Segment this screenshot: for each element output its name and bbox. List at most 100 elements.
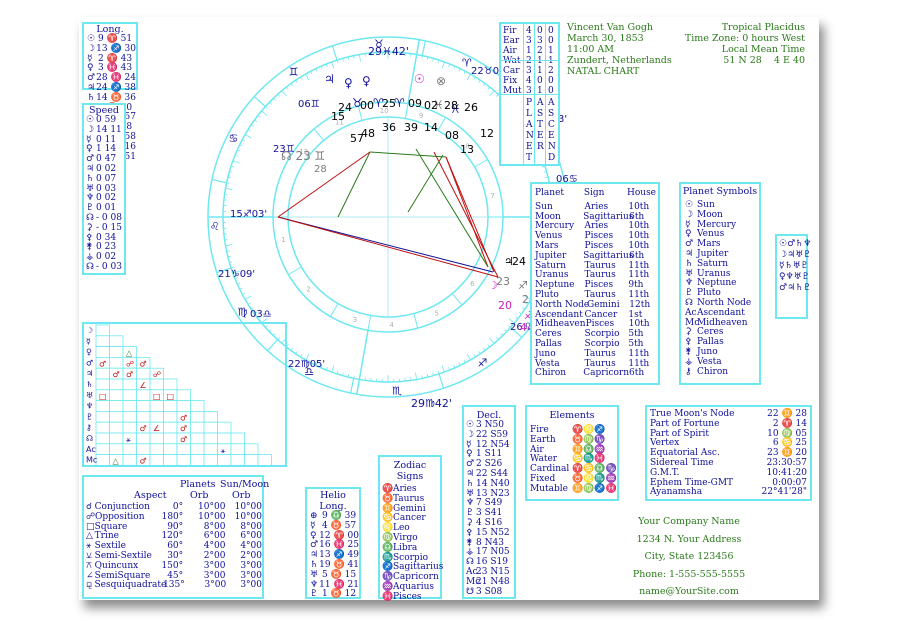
aspect-grid-cell <box>203 432 218 445</box>
chart-sheet: Long. ☉ 9 ♈ 51 ☽ 13 ♐ 30 ☿ 2 ♈ 43 ♀ 3 ♓ 43 ♂ 28 ♓… <box>79 17 819 602</box>
aspect-grid-cell <box>136 367 151 380</box>
degree-tick <box>453 66 456 70</box>
aspect-grid-label: ♅ <box>86 391 93 400</box>
aspect-grid-label: Mc <box>86 456 97 465</box>
planet-table-head: Planet <box>535 188 565 198</box>
house-number: 5 <box>434 309 438 317</box>
speed-box: Speed ☉ 0 59 ☽ 14 11 ☿ 0 11 ♀ 1 14 ♂ 0 47 ♃ 0 02 ♄ 0 … <box>82 103 126 275</box>
aspect-grid-cell <box>149 400 164 412</box>
company-city: City, State 123456 <box>644 551 734 562</box>
aspect-grid-cell <box>230 443 245 456</box>
degree-tick <box>232 160 240 164</box>
planet-degree: 24 <box>338 101 352 114</box>
sign-division <box>421 40 427 56</box>
aspect-grid-label: ♃ <box>86 369 93 378</box>
aspect-grid-mark: □ <box>99 392 107 401</box>
degree-tick <box>286 86 289 90</box>
degree-tick <box>466 73 471 81</box>
degree-tick <box>331 365 335 373</box>
company-address: 1234 N. Your Address <box>636 533 742 545</box>
degree-tick <box>478 79 481 83</box>
elements-box: Elements Fire ♈♌♐ Earth ♉♍♑ Air ♊♎♒ Water ♋♏♓ Ca… <box>525 405 619 501</box>
aspect-grid-mark: △ <box>113 457 120 466</box>
planet-symbols-list: ☉ Sun ☽ Moon ☿ Mercury ♀ Venus ♂ Mars ♃ Jupiter ♄ Sat… <box>681 197 759 377</box>
aspects-header: Aspect Planets Orb Sun/Moon Orb <box>84 477 269 503</box>
planet-degree: 25 <box>382 97 396 110</box>
element-grid-label: Car <box>503 66 520 76</box>
zodiac-signs-box: Zodiac Signs ♈ Aries ♉ Taurus ♊ Gemini ♋ Cancer… <box>378 455 443 602</box>
element-grid-vertical-letter: C <box>548 120 555 130</box>
aspect-grid-mark: ⚹ <box>221 446 226 455</box>
aspect-grid-cell <box>122 421 137 434</box>
house-number: 3 <box>353 316 357 324</box>
helio-list: ⊕ 9 ♎ 39 ☿ 4 ♉ 57 ♀ 12 ♈ 00 ♂ 16 ♓ 25 ♃ 13 ♐ 49 ♄ 1… <box>307 511 359 600</box>
aspect-grid-mark: ☍ <box>153 370 161 379</box>
aspect-grid-label: ☿ <box>86 337 91 346</box>
element-grid-vertical-letter: E <box>526 142 533 152</box>
degree-tick <box>358 54 361 62</box>
planet-glyph: ⊗ <box>436 74 446 88</box>
house-cusp-inner <box>474 159 488 168</box>
planet-glyph-right: 24 <box>512 255 526 268</box>
sign-division <box>438 373 445 389</box>
aspect-grid-mark: ⚹ <box>126 435 131 444</box>
planet-degree: 36 <box>382 121 396 134</box>
element-grid-count: 0 <box>548 36 554 46</box>
degree-tick <box>482 83 486 87</box>
aspect-grid: ☽☿♀♂♃♄♅♆♇⚷☊AcMc△☍ ♂☍∠□ □ □♂♂ ∠ ♂⚹ ♂⚹△ ♂♂ ♂♂ <box>82 322 287 467</box>
element-grid-vertical-letter: L <box>526 109 532 119</box>
planet-table-head: House <box>627 188 657 198</box>
aspect-grid-cell <box>136 400 151 412</box>
aspect-row-n: Sesquiquadrate <box>94 580 167 591</box>
aspect-grid-cell <box>109 335 124 348</box>
element-grid-label: Air <box>503 46 517 56</box>
aspect-grid-mark: ♂ <box>140 424 147 433</box>
zodiac-row-n: Pisces <box>393 591 422 602</box>
element-grid-line <box>501 94 560 95</box>
mean-time: Local Mean Time <box>721 44 805 55</box>
aspect-line <box>337 151 371 218</box>
degree-tick <box>281 90 287 97</box>
aspect-grid-cell <box>95 411 110 423</box>
aspect-grid-cell <box>122 378 137 391</box>
house-cusp-inner <box>288 266 302 275</box>
degree-tick <box>244 295 252 300</box>
aspect-grid-cell <box>190 400 205 412</box>
aspect-grid-label: Ac <box>86 445 96 454</box>
aspect-grid-label: ♇ <box>86 412 93 421</box>
cusp-label: 03♎ <box>250 309 272 320</box>
sign-division <box>253 96 266 108</box>
planet-degree: 13 <box>460 143 474 156</box>
planet-table-row: Chiron Capricorn 6th <box>535 369 655 379</box>
aspect-grid-cell <box>122 443 137 456</box>
aspect-grid-cell <box>176 389 191 402</box>
zodiac-glyph: ♌ <box>210 220 220 233</box>
aspect-grid-cell <box>149 432 164 445</box>
planet-degree: 00 <box>360 99 374 112</box>
degree-tick <box>415 372 418 380</box>
aspect-grid-cell <box>257 454 272 466</box>
helio-row-v: 1 ♉ 12 <box>322 589 357 600</box>
aspect-grid-mark: ∠ <box>153 424 160 433</box>
element-grid-vertical-letter: S <box>548 109 555 119</box>
points-box: True Moon's Node 22 ♊ 28 Part of Fortune 2 … <box>645 405 812 501</box>
aspect-grid-cell <box>203 421 218 434</box>
element-grid-label: Ear <box>503 36 520 46</box>
planet-symbol-row-n: Chiron <box>697 366 729 377</box>
aspect-row-d: 135° <box>163 580 185 591</box>
aspect-grid-cell <box>190 432 205 445</box>
degree-tick <box>518 311 522 315</box>
helio-title: Helio <box>320 490 346 501</box>
degree-tick <box>441 365 445 373</box>
element-grid-count: 0 <box>548 26 554 36</box>
aspect-grid-mark: △ <box>126 349 133 358</box>
degree-tick <box>265 106 268 109</box>
aspect-grid-mark: ♂ <box>140 457 147 466</box>
element-grid-vertical-letter: D <box>548 153 556 163</box>
sunmoon-orb-head-b: Orb <box>232 490 251 501</box>
planet-table-head: Sign <box>583 188 605 198</box>
helio-box: Helio Long. ⊕ 9 ♎ 39 ☿ 4 ♉ 57 ♀ 12 ♈ 00 ♂ 16 ♓ … <box>305 487 361 599</box>
element-grid-line <box>501 60 560 61</box>
aspect-grid-cell <box>176 400 191 412</box>
aspect-grid-mark: ∠ <box>140 381 147 390</box>
